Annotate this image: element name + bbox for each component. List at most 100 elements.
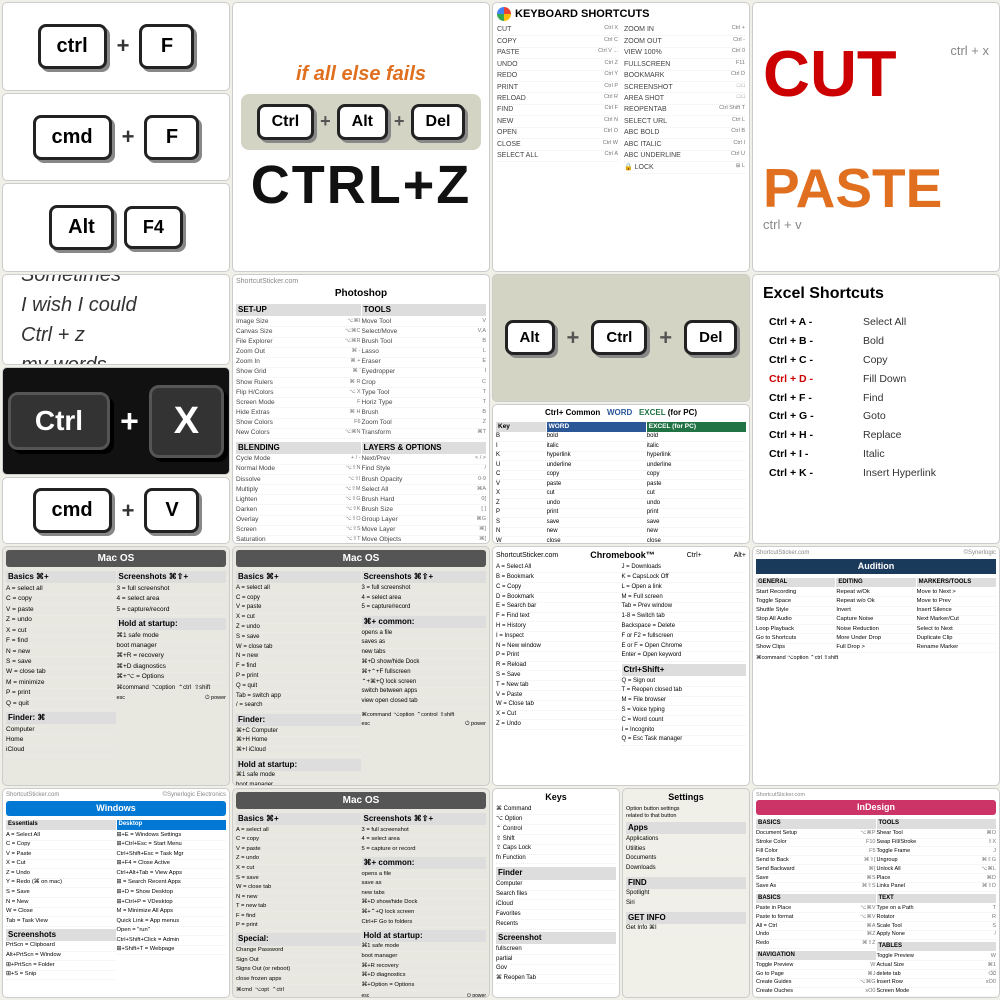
- excel-row-g: Ctrl + G -Goto: [769, 407, 983, 426]
- mac-bot-left: Basics ⌘+ A = select all C = copy V = pa…: [236, 811, 361, 998]
- macos-basics-col: Basics ⌘+ A = select all C = copy V = pa…: [6, 569, 116, 756]
- f-key-2: F: [144, 115, 199, 160]
- macos-mid-title: Mac OS: [236, 550, 486, 567]
- macos-bottom-card: Mac OS Basics ⌘+ A = select all C = copy…: [232, 788, 490, 998]
- alt-f4-combo: Alt F4: [2, 183, 230, 272]
- audition-cols: GENERAL Start Recording Toggle Space Shu…: [756, 576, 996, 653]
- ctrl-banner-key: Ctrl: [591, 320, 647, 355]
- cb-right: J = Downloads K = CapsLock Off L = Open …: [622, 564, 747, 746]
- we-word-col: WORD bold italic hyperlink underline cop…: [547, 420, 646, 544]
- excel-row-b: Ctrl + B -Bold: [769, 332, 983, 351]
- macos-left-title: Mac OS: [6, 550, 226, 567]
- chromebook-card: ShortcutSticker.com Chromebook™ Ctrl+ Al…: [492, 546, 750, 786]
- audition-title: Audition: [756, 559, 996, 574]
- chromebook-cols: A = Select All B = Bookmark C = Copy D =…: [496, 564, 746, 746]
- indesign-brand: ShortcutSticker.com: [756, 792, 996, 799]
- aud-general: GENERAL Start Recording Toggle Space Shu…: [756, 576, 835, 653]
- macos-mid-left: Basics ⌘+ A = select all C = copy V = pa…: [236, 569, 361, 786]
- ctrl-x-dark-combo: Ctrl + X: [8, 385, 224, 458]
- mac-bot-right: Screenshots ⌘⇧+ 3 = full screenshot 4 = …: [362, 811, 487, 998]
- excel-row-i: Ctrl + I -Italic: [769, 445, 983, 464]
- inspire-content: SometimesI wish I couldCtrl + zmy words: [21, 274, 137, 365]
- ctrl-dark-key: Ctrl: [8, 392, 110, 450]
- we-common-col: Key B I K U C V X Z P S N W F H: [496, 420, 546, 544]
- excel-shortcuts-panel: Excel Shortcuts Ctrl + A -Select All Ctr…: [752, 274, 1000, 544]
- word-excel-cols: Key B I K U C V X Z P S N W F H: [496, 420, 746, 544]
- windows-card: ShortcutSticker.com ©Synerlogic Electron…: [2, 788, 230, 998]
- plus-cmdv: +: [122, 498, 135, 524]
- del-banner-key: Del: [684, 320, 737, 355]
- chromebook-header: ShortcutSticker.com Chromebook™ Ctrl+ Al…: [496, 550, 746, 562]
- cmd-v-key: cmd: [33, 488, 112, 533]
- cut-section: ctrl + x CUT: [763, 41, 989, 106]
- plus-cad-2: +: [394, 111, 405, 132]
- chrome-logo-icon: [497, 7, 511, 21]
- excel-shortcuts-list: Ctrl + A -Select All Ctrl + B -Bold Ctrl…: [763, 309, 989, 487]
- plus-2: +: [122, 124, 135, 150]
- ind-right: TOOLS Shear Tool⌘O Swap Fill/Stroke⇧X To…: [877, 817, 997, 997]
- plus-b2: +: [659, 325, 672, 351]
- plus-1: +: [117, 33, 130, 59]
- ctrl-key-1: ctrl: [38, 24, 107, 69]
- cb-left: A = Select All B = Bookmark C = Copy D =…: [496, 564, 621, 746]
- ctrl-x-label: ctrl + x: [950, 43, 989, 58]
- if-all-else-text: if all else fails: [296, 63, 426, 86]
- excel-row-f: Ctrl + F -Find: [769, 389, 983, 408]
- macos-mid-right: Screenshots ⌘⇧+ 3 = full screenshot 4 = …: [362, 569, 487, 786]
- plus-b1: +: [567, 325, 580, 351]
- x-dark-key: X: [149, 385, 224, 458]
- macos-bot-cols: Basics ⌘+ A = select all C = copy V = pa…: [236, 811, 486, 998]
- macos-card-left: Mac OS Basics ⌘+ A = select all C = copy…: [2, 546, 230, 786]
- ctrl-alt-del-strip: Ctrl + Alt + Del: [241, 94, 482, 150]
- alt-key: Alt: [49, 205, 114, 250]
- ps-right: TOOLS Move ToolV Select/MoveV,A Brush To…: [362, 302, 487, 544]
- win-desktop: Desktop ⊞+E = Windows Settings ⊞+Ctrl+Es…: [117, 818, 227, 980]
- excel-row-d: Ctrl + D -Fill Down: [769, 370, 983, 389]
- cmd-v-combo: cmd + V: [2, 477, 230, 544]
- cmd-f-combo: cmd + F: [2, 93, 230, 182]
- plus-cad-1: +: [320, 111, 331, 132]
- f-key-1: F: [139, 24, 194, 69]
- macos-card-mid: Mac OS Basics ⌘+ A = select all C = copy…: [232, 546, 490, 786]
- chromebook-title: Chromebook™: [590, 550, 655, 562]
- ps-main-cols: SET-UP Image Size⌥⌘I Canvas Size⌥⌘C File…: [236, 302, 486, 544]
- ctrl-z-panel: if all else fails Ctrl + Alt + Del CTRL+…: [232, 2, 490, 272]
- alt-cad-key: Alt: [337, 104, 388, 140]
- windows-title: Windows: [6, 801, 226, 817]
- word-excel-title: Ctrl+ Common WORD EXCEL (for PC): [496, 408, 746, 418]
- keys-card: Keys ⌘ Command ⌥ Option ⌃ Control ⇧ Shif…: [492, 788, 620, 998]
- macos-left-cols: Basics ⌘+ A = select all C = copy V = pa…: [6, 569, 226, 756]
- excel-shortcuts-title: Excel Shortcuts: [763, 285, 989, 303]
- ps-title: Photoshop: [236, 288, 486, 301]
- paste-text: PASTE: [763, 161, 989, 216]
- win-brand: ShortcutSticker.com ©Synerlogic Electron…: [6, 792, 226, 800]
- cmd-key: cmd: [33, 115, 112, 160]
- del-cad-key: Del: [411, 104, 466, 140]
- alt-ctrl-del-banner: Alt + Ctrl + Del: [492, 274, 750, 402]
- plus-dark: +: [120, 403, 139, 440]
- ctrl-f-combo: ctrl + F: [2, 2, 230, 91]
- indesign-card: ShortcutSticker.com InDesign BASICS Docu…: [752, 788, 1000, 998]
- chrome-shortcuts-panel: KEYBOARD SHORTCUTS CUTCtrl X COPYCtrl C …: [492, 2, 750, 272]
- aud-editing: EDITING Repeat w/Ok Repeat w/o Ok Invert…: [836, 576, 915, 653]
- chrome-shortcut-cols: CUTCtrl X COPYCtrl C PASTECtrl V ... UND…: [497, 25, 745, 174]
- excel-row-c: Ctrl + C -Copy: [769, 351, 983, 370]
- chrome-left-col: CUTCtrl X COPYCtrl C PASTECtrl V ... UND…: [497, 25, 618, 174]
- v-key: V: [144, 488, 199, 533]
- settings-title: Settings: [626, 792, 746, 804]
- ps-brand-row: ShortcutSticker.com: [236, 278, 486, 287]
- cut-paste-header: ctrl + x CUT PASTE ctrl + v: [752, 2, 1000, 272]
- keys-modifiers: ⌘ Command ⌥ Option ⌃ Control ⇧ Shift ⇪ C…: [496, 806, 616, 865]
- excel-row-a: Ctrl + A -Select All: [769, 313, 983, 332]
- photoshop-card: ShortcutSticker.com Photoshop SET-UP Ima…: [232, 274, 490, 544]
- excel-row-h: Ctrl + H -Replace: [769, 426, 983, 445]
- macos-screenshots-col: Screenshots ⌘⇧+ 3 = full screenshot 4 = …: [117, 569, 227, 756]
- word-excel-card: Ctrl+ Common WORD EXCEL (for PC) Key B I…: [492, 404, 750, 544]
- ctrlz-big-text: CTRL+Z: [251, 158, 472, 212]
- keys-title: Keys: [496, 792, 616, 804]
- chrome-right-col: ZOOM INCtrl + ZOOM OUTCtrl - VIEW 100%Ct…: [624, 25, 745, 174]
- settings-card: Settings Option button settingsrelated t…: [622, 788, 750, 998]
- indesign-title: InDesign: [756, 800, 996, 815]
- settings-desc: Option button settingsrelated to that bu…: [626, 806, 746, 820]
- macos-mid-cols: Basics ⌘+ A = select all C = copy V = pa…: [236, 569, 486, 786]
